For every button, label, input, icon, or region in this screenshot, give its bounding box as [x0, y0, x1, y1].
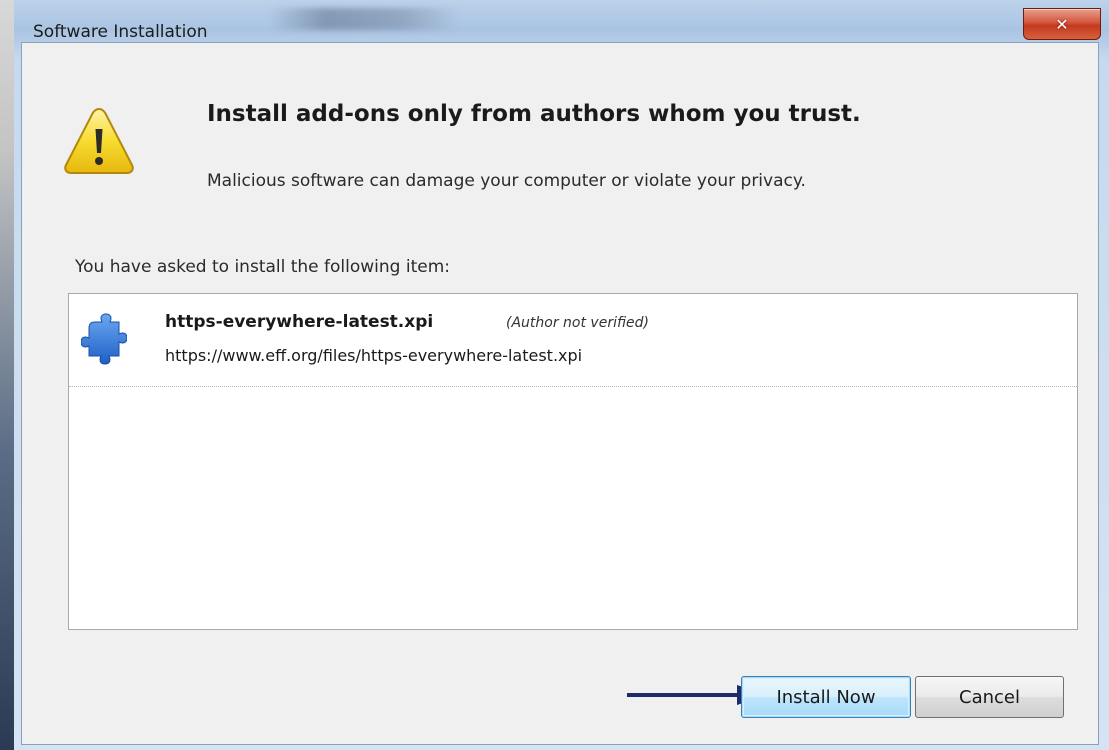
close-icon: ✕: [1055, 14, 1069, 34]
install-now-button[interactable]: Install Now: [741, 676, 911, 718]
background-window-edge: [0, 0, 14, 750]
cancel-button[interactable]: Cancel: [915, 676, 1064, 718]
puzzle-piece-icon: [81, 313, 127, 365]
dialog-client-area: Install add-ons only from authors whom y…: [21, 42, 1099, 745]
install-item-list[interactable]: https-everywhere-latest.xpi (Author not …: [68, 293, 1078, 630]
item-filename: https-everywhere-latest.xpi: [165, 312, 434, 332]
window-title: Software Installation: [33, 22, 208, 42]
warning-subline: Malicious software can damage your compu…: [207, 171, 806, 191]
list-item[interactable]: https-everywhere-latest.xpi (Author not …: [69, 294, 1077, 387]
warning-headline: Install add-ons only from authors whom y…: [207, 101, 861, 127]
item-author-note: (Author not verified): [506, 315, 649, 331]
titlebar-redaction: [269, 8, 459, 30]
close-button[interactable]: ✕: [1023, 8, 1101, 40]
item-url: https://www.eff.org/files/https-everywhe…: [165, 346, 583, 365]
items-label: You have asked to install the following …: [75, 257, 451, 277]
warning-icon: [64, 107, 134, 174]
